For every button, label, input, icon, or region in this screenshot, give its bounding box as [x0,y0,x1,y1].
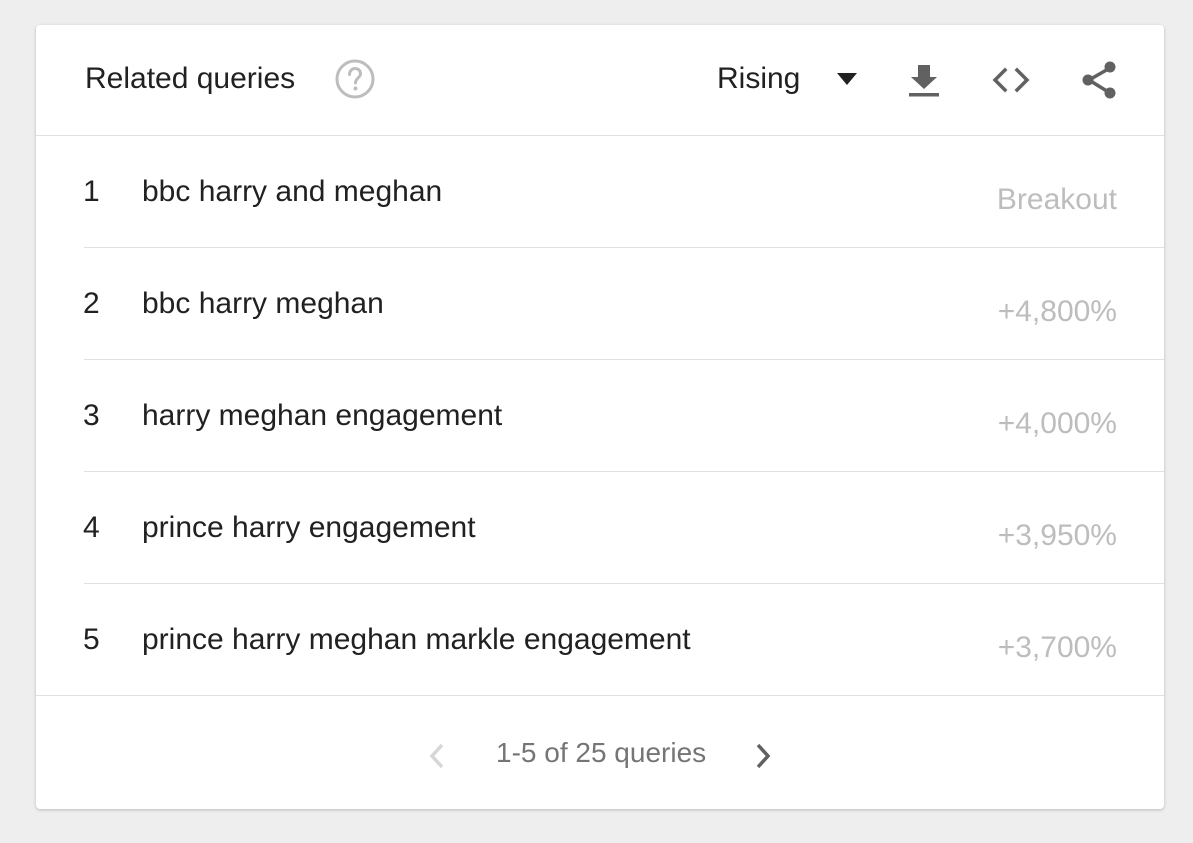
row-rank: 1 [83,175,100,208]
card-header: Related queries Rising [36,25,1164,136]
row-value: +4,800% [997,295,1117,328]
query-row[interactable]: 5 prince harry meghan markle engagement … [36,584,1164,696]
query-row[interactable]: 3 harry meghan engagement +4,000% [36,360,1164,472]
download-icon[interactable] [904,60,944,100]
share-icon[interactable] [1080,60,1120,100]
row-query[interactable]: bbc harry and meghan [142,174,442,210]
row-divider [36,695,1164,696]
row-rank: 4 [83,511,100,544]
caret-down-icon [837,73,857,85]
chevron-left-icon [429,743,444,769]
metric-dropdown[interactable]: Rising [716,58,862,100]
row-value: Breakout [996,183,1117,216]
help-circle-icon[interactable] [334,58,376,100]
row-rank: 5 [83,623,100,656]
related-queries-card: Related queries Rising 1 bbc harry and m… [36,25,1164,809]
row-query[interactable]: harry meghan engagement [142,398,502,434]
row-query[interactable]: prince harry engagement [142,510,476,546]
row-query[interactable]: bbc harry meghan [142,286,384,322]
pagination-label: 1-5 of 25 queries [496,737,707,768]
row-query[interactable]: prince harry meghan markle engagement [142,622,691,658]
pagination: 1-5 of 25 queries [36,698,1164,809]
row-value: +3,950% [997,519,1117,552]
dropdown-selected-label: Rising [717,62,801,95]
row-value: +3,700% [997,631,1117,664]
row-rank: 3 [83,399,100,432]
query-row[interactable]: 1 bbc harry and meghan Breakout [36,136,1164,248]
row-value: +4,000% [997,407,1117,440]
query-row[interactable]: 4 prince harry engagement +3,950% [36,472,1164,584]
query-row[interactable]: 2 bbc harry meghan +4,800% [36,248,1164,360]
chevron-right-icon[interactable] [750,740,776,772]
card-title: Related queries [85,62,296,95]
row-rank: 2 [83,287,100,320]
code-embed-icon[interactable] [991,60,1031,100]
